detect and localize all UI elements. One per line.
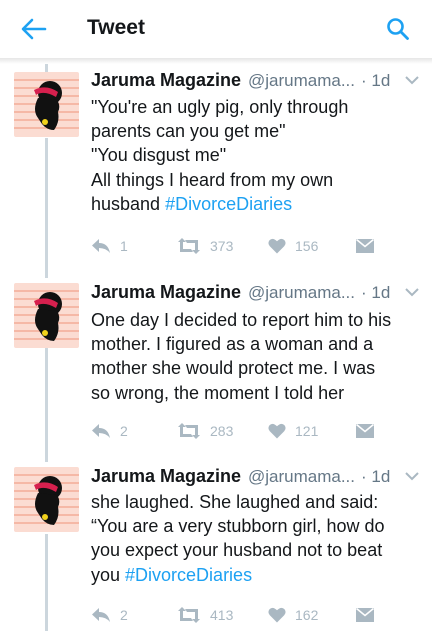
direct-message-button[interactable] (355, 420, 375, 442)
tweet[interactable]: Jaruma Magazine @jarumama... · 1d One da… (0, 282, 432, 452)
heart-icon (268, 238, 286, 254)
hashtag-link[interactable]: #DivorceDiaries (165, 194, 292, 214)
avatar[interactable] (14, 467, 79, 532)
tweet-text-line: "You disgust me" (91, 145, 227, 166)
chevron-down-icon[interactable] (404, 73, 420, 87)
tweet-text-line: husband #DivorceDiaries (91, 192, 421, 216)
tweet-text-line: she laughed. She laughed and said: (91, 492, 379, 512)
reply-count: 2 (120, 423, 128, 439)
arrow-left-icon (21, 18, 47, 40)
reply-count: 2 (120, 607, 128, 623)
tweet-actions: 2 413 162 (91, 604, 391, 626)
avatar[interactable] (14, 72, 79, 137)
tweet-actions: 2 283 121 (91, 420, 391, 442)
retweet-count: 373 (210, 238, 234, 254)
tweet-text-line: mother she would protect me. I was (91, 358, 376, 379)
like-count: 162 (295, 607, 319, 623)
author-handle[interactable]: @jarumama... (248, 71, 355, 91)
like-count: 121 (295, 423, 319, 439)
direct-message-button[interactable] (355, 235, 375, 257)
tweet-text-line: One day I decided to report him to his (91, 310, 392, 330)
tweet-text-line: mother. I figured as a woman and a (91, 334, 374, 355)
header-divider (0, 58, 432, 64)
envelope-icon (355, 238, 375, 253)
retweet-count: 413 (210, 607, 234, 623)
search-button[interactable] (382, 13, 414, 45)
heart-icon (268, 607, 286, 623)
back-button[interactable] (18, 14, 50, 44)
tweet-text-line: "You're an ugly pig, only through (91, 97, 349, 117)
tweet[interactable]: Jaruma Magazine @jarumama... · 1d she la… (0, 466, 432, 631)
timestamp[interactable]: · 1d (361, 283, 390, 303)
author-name[interactable]: Jaruma Magazine (91, 282, 241, 303)
tweet[interactable]: Jaruma Magazine @jarumama... · 1d "You'r… (0, 70, 432, 260)
tweet-header: Jaruma Magazine @jarumama... · 1d (91, 466, 421, 490)
tweet-text-line: so wrong, the moment I told her (91, 382, 345, 403)
retweet-button[interactable]: 283 (177, 420, 233, 442)
top-bar: Tweet (0, 0, 432, 58)
envelope-icon (355, 423, 375, 438)
timestamp[interactable]: · 1d (361, 467, 390, 487)
tweet-actions: 1 373 156 (91, 235, 391, 257)
tweet-text: "You're an ugly pig, only through parent… (91, 95, 421, 216)
tweet-text-line: “You are a very stubborn girl, how do (91, 516, 385, 537)
retweet-button[interactable]: 373 (177, 235, 233, 257)
retweet-icon (178, 423, 200, 439)
text-segment: husband (91, 193, 166, 214)
tweet-text-line: you expect your husband not to beat (91, 540, 383, 561)
reply-button[interactable]: 2 (91, 604, 128, 626)
author-name[interactable]: Jaruma Magazine (91, 70, 241, 91)
author-name[interactable]: Jaruma Magazine (91, 466, 241, 487)
author-handle[interactable]: @jarumama... (248, 467, 355, 487)
like-button[interactable]: 156 (268, 235, 318, 257)
retweet-icon (178, 607, 200, 623)
reply-icon (92, 239, 110, 253)
author-handle[interactable]: @jarumama... (248, 283, 355, 303)
direct-message-button[interactable] (355, 604, 375, 626)
heart-icon (268, 423, 286, 439)
reply-icon (92, 424, 110, 438)
tweet-text-line: you #DivorceDiaries (91, 563, 421, 587)
search-icon (387, 18, 409, 40)
page-title: Tweet (87, 16, 145, 39)
chevron-down-icon[interactable] (404, 469, 420, 483)
tweet-header: Jaruma Magazine @jarumama... · 1d (91, 70, 421, 94)
retweet-count: 283 (210, 423, 234, 439)
chevron-down-icon[interactable] (404, 285, 420, 299)
tweet-text-line: parents can you get me" (91, 121, 286, 142)
reply-icon (92, 608, 110, 622)
timestamp[interactable]: · 1d (361, 71, 390, 91)
tweet-header: Jaruma Magazine @jarumama... · 1d (91, 282, 421, 306)
like-button[interactable]: 162 (268, 604, 318, 626)
reply-button[interactable]: 2 (91, 420, 128, 442)
tweet-text: she laughed. She laughed and said: “You … (91, 490, 421, 587)
envelope-icon (355, 607, 375, 622)
text-segment: you (91, 564, 126, 585)
reply-count: 1 (120, 238, 128, 254)
tweet-text: One day I decided to report him to his m… (91, 308, 421, 405)
tweet-text-line: All things I heard from my own (91, 169, 334, 190)
retweet-button[interactable]: 413 (177, 604, 233, 626)
avatar[interactable] (14, 283, 79, 348)
like-button[interactable]: 121 (268, 420, 318, 442)
like-count: 156 (295, 238, 319, 254)
reply-button[interactable]: 1 (91, 235, 128, 257)
hashtag-link[interactable]: #DivorceDiaries (125, 565, 252, 585)
retweet-icon (178, 238, 200, 254)
